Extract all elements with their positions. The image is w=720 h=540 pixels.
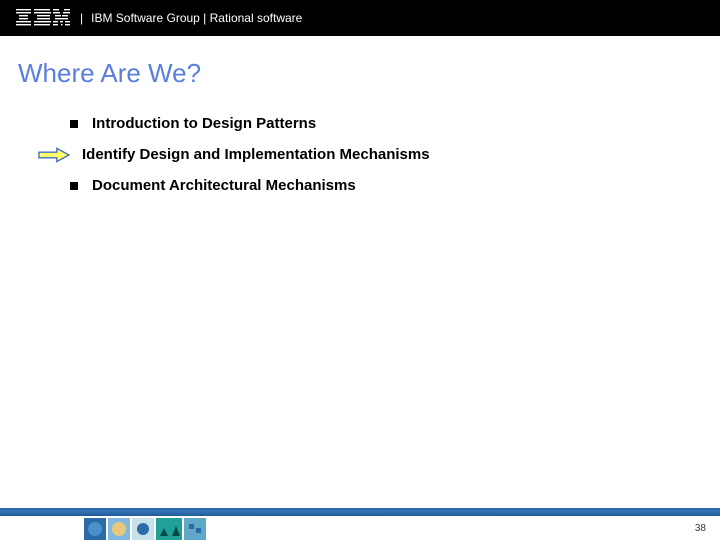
ibm-logo <box>16 8 70 28</box>
agenda-list: Introduction to Design Patterns Identify… <box>0 89 720 194</box>
agenda-item: Introduction to Design Patterns <box>70 115 720 132</box>
agenda-item-label: Document Architectural Mechanisms <box>92 177 356 194</box>
agenda-item-label: Identify Design and Implementation Mecha… <box>82 146 430 163</box>
footer-body: 38 <box>0 516 720 540</box>
slide-title: Where Are We? <box>0 36 720 89</box>
bullet-icon <box>70 120 78 128</box>
bullet-icon <box>70 182 78 190</box>
footer-decor-icons <box>84 508 254 540</box>
agenda-item: Document Architectural Mechanisms <box>70 177 720 194</box>
slide: | IBM Software Group | Rational software… <box>0 0 720 540</box>
header-bar: | IBM Software Group | Rational software <box>0 0 720 36</box>
header-divider: | <box>80 11 83 25</box>
page-number: 38 <box>695 523 706 534</box>
footer: 38 <box>0 508 720 540</box>
agenda-item-label: Introduction to Design Patterns <box>92 115 316 132</box>
header-group-text: IBM Software Group | Rational software <box>91 11 302 25</box>
agenda-item-current: Identify Design and Implementation Mecha… <box>70 146 720 163</box>
current-arrow-icon <box>38 147 70 163</box>
